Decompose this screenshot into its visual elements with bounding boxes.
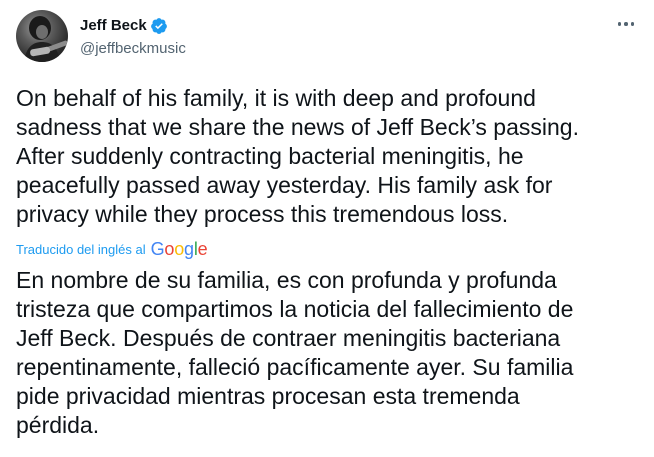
tweet-text-original: On behalf of his family, it is with deep…: [16, 85, 579, 227]
more-options-icon[interactable]: [614, 14, 638, 34]
verified-badge-icon: [150, 17, 168, 35]
author-names: Jeff Beck @jeffbeckmusic: [80, 16, 186, 57]
tweet-text-translated: En nombre de su familia, es con profunda…: [16, 267, 574, 438]
avatar-photo: [24, 16, 68, 62]
tweet: Jeff Beck @jeffbeckmusic On behalf of hi…: [0, 0, 654, 457]
more-dot: [624, 22, 628, 26]
name-row: Jeff Beck: [80, 16, 186, 36]
avatar[interactable]: [16, 10, 68, 62]
translation-label: Traducido del inglés al: [16, 241, 146, 257]
google-logo: Google: [150, 238, 208, 259]
translation-attribution[interactable]: Traducido del inglés al Google: [16, 238, 208, 260]
more-dot: [617, 22, 622, 26]
tweet-header: Jeff Beck @jeffbeckmusic: [16, 10, 186, 62]
author-handle[interactable]: @jeffbeckmusic: [80, 40, 186, 57]
author-display-name[interactable]: Jeff Beck: [80, 17, 147, 34]
more-dot: [630, 22, 635, 26]
